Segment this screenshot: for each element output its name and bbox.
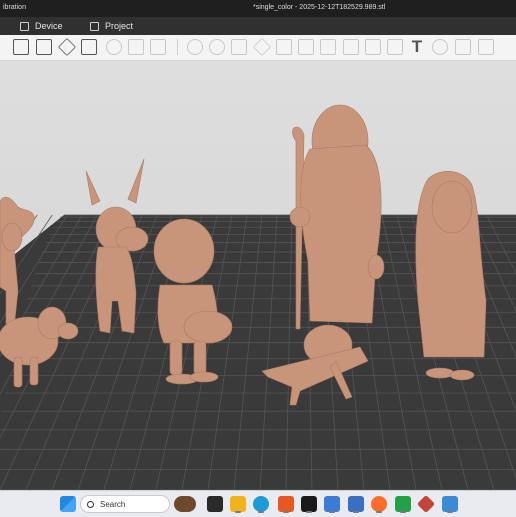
toolbar: T (0, 35, 516, 61)
office-icon[interactable] (278, 496, 294, 513)
tab-project-label: Project (105, 21, 134, 31)
emboss-icon[interactable] (432, 39, 448, 55)
lay-on-face-icon[interactable] (252, 37, 272, 57)
measure-icon[interactable] (387, 39, 403, 55)
layers-icon[interactable] (150, 39, 166, 55)
toolbar-separator (177, 39, 178, 55)
orient-icon[interactable] (57, 37, 77, 57)
tab-device[interactable]: Device (20, 19, 63, 33)
app-blue-icon[interactable] (442, 496, 458, 513)
cut-icon[interactable] (276, 39, 292, 55)
text-icon[interactable]: T (409, 38, 425, 55)
add-object-icon[interactable] (13, 39, 29, 55)
weather-widget-icon[interactable] (174, 496, 196, 512)
move-icon[interactable] (187, 39, 203, 55)
calculator-icon[interactable] (348, 496, 364, 513)
boolean-icon[interactable] (298, 39, 314, 55)
title-bar: ibration *single_color - 2025-12-12T1825… (0, 0, 516, 17)
tab-device-label: Device (35, 21, 63, 31)
arrange-icon[interactable] (81, 39, 97, 55)
bambu-studio-icon[interactable] (301, 496, 317, 513)
fit-view-icon[interactable] (478, 39, 494, 55)
scene-canvas (0, 104, 516, 490)
scale-icon[interactable] (231, 39, 247, 55)
firefox-icon[interactable] (371, 496, 387, 513)
split-parts-icon[interactable] (128, 39, 144, 55)
mary-model[interactable] (415, 171, 487, 381)
task-view-icon[interactable] (207, 496, 223, 512)
search-placeholder: Search (100, 499, 126, 509)
split-objects-icon[interactable] (106, 39, 122, 55)
taskbar-search[interactable]: Search (80, 495, 170, 513)
rotate-icon[interactable] (209, 39, 225, 55)
edge-icon[interactable] (253, 496, 269, 513)
window-title: *single_color - 2025-12-12T182529.989.st… (253, 4, 386, 11)
file-explorer-icon[interactable] (230, 496, 246, 513)
assembly-icon[interactable] (455, 39, 471, 55)
tab-project[interactable]: Project (90, 19, 133, 33)
support-paint-icon[interactable] (320, 39, 336, 55)
device-icon (20, 21, 29, 31)
app-red-icon[interactable] (416, 494, 436, 514)
app-name-fragment: ibration (3, 4, 26, 11)
project-icon (90, 21, 99, 31)
store-icon[interactable] (324, 496, 340, 513)
search-icon (87, 500, 94, 508)
tab-bar: Device Project (0, 17, 516, 36)
seam-paint-icon[interactable] (343, 39, 359, 55)
grid-icon[interactable] (36, 39, 52, 55)
windows-start-icon[interactable] (60, 496, 76, 512)
app-green-icon[interactable] (395, 496, 411, 513)
3d-viewport[interactable] (0, 61, 516, 490)
windows-taskbar: Search (0, 490, 516, 517)
color-paint-icon[interactable] (365, 39, 381, 55)
